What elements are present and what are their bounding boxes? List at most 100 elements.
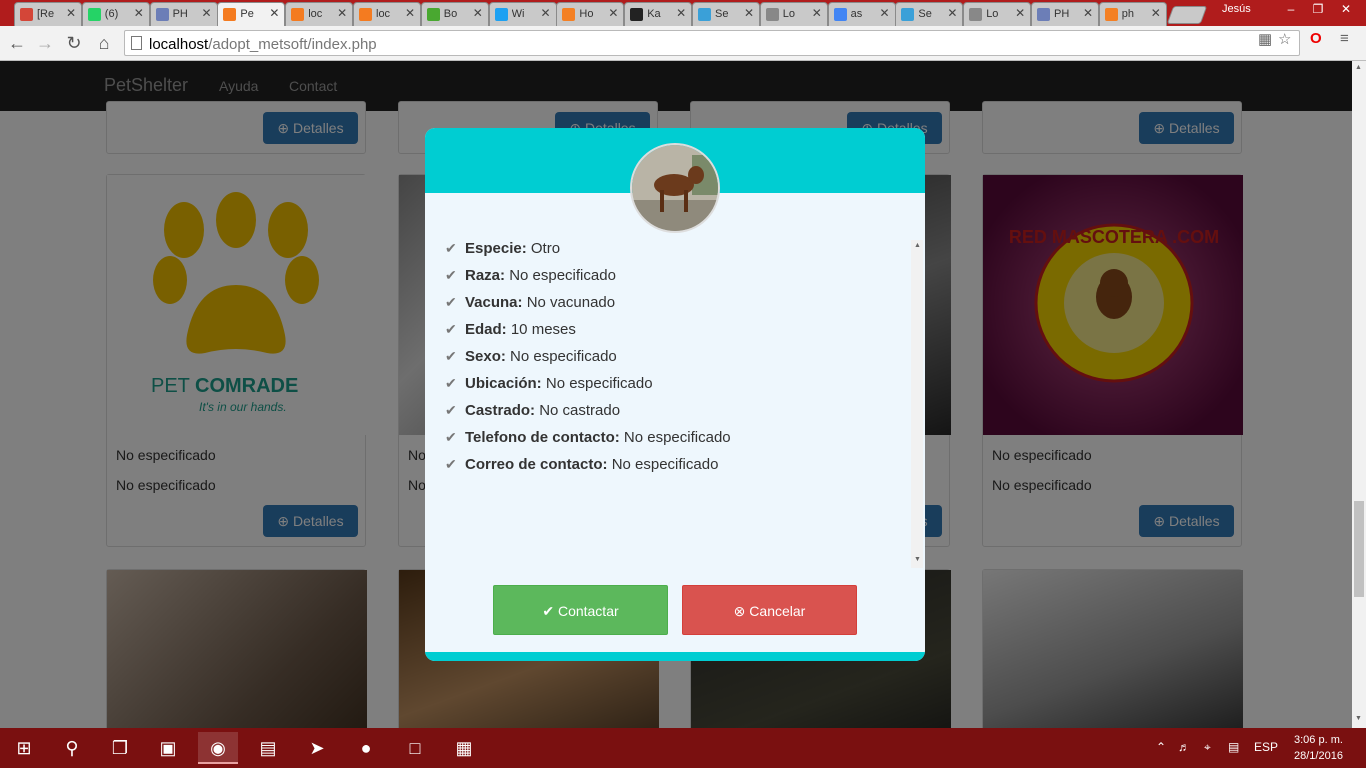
close-tab-icon[interactable]: ✕ <box>541 6 551 20</box>
details-scrollbar[interactable]: ▲ ▼ <box>911 240 923 568</box>
wifi-icon[interactable]: ⌖ <box>1204 740 1211 755</box>
task-view-icon[interactable]: ❐ <box>100 732 140 764</box>
translate-icon[interactable]: ▦ <box>1258 30 1272 48</box>
github-icon <box>630 8 644 21</box>
menu-icon[interactable]: ≡ <box>1340 30 1349 47</box>
stackoverflow-icon <box>562 8 576 21</box>
home-icon[interactable]: ⌂ <box>92 32 116 54</box>
close-tab-icon[interactable]: ✕ <box>744 6 754 20</box>
scroll-up-icon[interactable]: ▲ <box>914 242 921 249</box>
file-explorer-icon[interactable]: □ <box>395 732 435 764</box>
browser-tab[interactable]: Ka ✕ <box>624 2 693 26</box>
remote-desktop-icon[interactable]: ▤ <box>248 732 288 764</box>
detail-value: No especificado <box>509 267 616 284</box>
detail-value: No vacunado <box>526 294 616 311</box>
page-icon <box>765 8 779 21</box>
url-text: localhost/adopt_metsoft/index.php <box>149 36 377 53</box>
browser-tab[interactable]: Ho ✕ <box>556 2 625 26</box>
forward-icon[interactable]: → <box>33 32 57 54</box>
close-tab-icon[interactable]: ✕ <box>1083 6 1093 20</box>
browser-tab[interactable]: (6) ✕ <box>81 2 150 26</box>
spreadsheet-icon[interactable]: ▦ <box>444 732 484 764</box>
browser-tab[interactable]: Pe ✕ <box>217 2 286 26</box>
store-icon[interactable]: ▣ <box>148 732 188 764</box>
minimize-icon[interactable]: – <box>1276 0 1306 20</box>
browser-tab[interactable]: as ✕ <box>827 2 896 26</box>
scrollbar-thumb[interactable] <box>1354 501 1364 597</box>
detail-row: ✔ Raza: No especificado <box>445 267 616 287</box>
bookmark-star-icon[interactable]: ☆ <box>1278 30 1291 48</box>
tab-label: Bo <box>443 8 458 20</box>
browser-tab[interactable]: Se ✕ <box>692 2 760 26</box>
tab-label: Pe <box>240 8 254 20</box>
search-icon[interactable]: ⚲ <box>52 732 92 764</box>
page-icon <box>131 36 142 50</box>
close-tab-icon[interactable]: ✕ <box>880 6 890 20</box>
detail-row: ✔ Especie: Otro <box>445 240 560 260</box>
close-tab-icon[interactable]: ✕ <box>608 6 618 20</box>
pet-details-modal: ✔ Especie: Otro ✔ Raza: No especificado ✔ Vac… <box>425 128 925 661</box>
page-scrollbar[interactable]: ▲ ▼ <box>1352 61 1366 728</box>
reload-icon[interactable]: ↻ <box>62 32 86 54</box>
close-tab-icon[interactable]: ✕ <box>473 6 483 20</box>
new-tab-button[interactable] <box>1166 6 1208 24</box>
chevron-up-icon[interactable]: ⌃ <box>1156 740 1166 754</box>
close-tab-icon[interactable]: ✕ <box>405 6 415 20</box>
browser-tab[interactable]: Lo ✕ <box>963 2 1032 26</box>
detail-label: Castrado: <box>465 402 536 419</box>
start-icon[interactable]: ⊞ <box>4 732 44 764</box>
notifications-icon[interactable]: ▤ <box>1228 740 1239 754</box>
browser-tab[interactable]: ph ✕ <box>1098 2 1167 26</box>
close-tab-icon[interactable]: ✕ <box>1015 6 1025 20</box>
google-icon <box>833 8 847 21</box>
browser-toolbar: ← → ↻ ⌂ localhost/adopt_metsoft/index.ph… <box>0 26 1366 61</box>
detail-label: Vacuna: <box>465 294 523 311</box>
xampp-icon <box>359 8 372 21</box>
close-tab-icon[interactable]: ✕ <box>1151 6 1161 20</box>
close-tab-icon[interactable]: ✕ <box>676 6 686 20</box>
tab-label: Se <box>918 8 932 20</box>
tab-label: loc <box>308 8 323 20</box>
detail-row: ✔ Edad: 10 meses <box>445 321 576 341</box>
messenger-icon[interactable]: ● <box>346 732 386 764</box>
close-tab-icon[interactable]: ✕ <box>812 6 822 20</box>
dolphin-icon[interactable]: ➤ <box>297 732 337 764</box>
pet-avatar <box>630 143 720 233</box>
close-tab-icon[interactable]: ✕ <box>202 6 212 20</box>
close-tab-icon[interactable]: ✕ <box>269 6 279 20</box>
cancel-button[interactable]: ⊗ Cancelar <box>682 585 857 635</box>
browser-tab[interactable]: loc ✕ <box>353 2 421 26</box>
address-bar[interactable]: localhost/adopt_metsoft/index.php <box>124 30 1300 56</box>
close-tab-icon[interactable]: ✕ <box>947 6 957 20</box>
detail-label: Telefono de contacto: <box>465 429 620 446</box>
opera-icon[interactable]: O <box>1310 30 1322 47</box>
chrome-icon[interactable]: ◉ <box>198 732 238 764</box>
check-circle-icon: ✔ <box>542 603 555 619</box>
clock[interactable]: 3:06 p. m. 28/1/2016 <box>1294 732 1343 764</box>
profile-name[interactable]: Jesús <box>1222 3 1251 15</box>
browser-tab[interactable]: Bo ✕ <box>420 2 489 26</box>
language-indicator[interactable]: ESP <box>1254 740 1278 754</box>
scroll-up-icon[interactable]: ▲ <box>1355 64 1362 71</box>
browser-tab[interactable]: Lo ✕ <box>759 2 828 26</box>
url-host: localhost <box>149 36 209 53</box>
detail-row: ✔ Vacuna: No vacunado <box>445 294 615 314</box>
back-icon[interactable]: ← <box>5 32 29 54</box>
php-icon <box>155 8 169 21</box>
close-tab-icon[interactable]: ✕ <box>337 6 347 20</box>
browser-tab[interactable]: Wi ✕ <box>488 2 557 26</box>
close-tab-icon[interactable]: ✕ <box>66 6 76 20</box>
close-window-icon[interactable]: ✕ <box>1326 0 1366 20</box>
browser-tab[interactable]: PH ✕ <box>149 2 218 26</box>
scroll-down-icon[interactable]: ▼ <box>914 556 921 563</box>
browser-tab[interactable]: PH ✕ <box>1031 2 1099 26</box>
contact-button[interactable]: ✔ Contactar <box>493 585 668 635</box>
pet-details-list[interactable]: ✔ Especie: Otro ✔ Raza: No especificado ✔ Vac… <box>445 240 923 568</box>
close-tab-icon[interactable]: ✕ <box>134 6 144 20</box>
browser-tab[interactable]: loc ✕ <box>285 2 354 26</box>
detail-row: ✔ Castrado: No castrado <box>445 402 620 422</box>
browser-tab[interactable]: Se ✕ <box>895 2 964 26</box>
browser-tab[interactable]: [Re ✕ <box>14 2 82 26</box>
volume-icon[interactable]: ♬ <box>1178 740 1190 754</box>
scroll-down-icon[interactable]: ▼ <box>1355 715 1362 722</box>
